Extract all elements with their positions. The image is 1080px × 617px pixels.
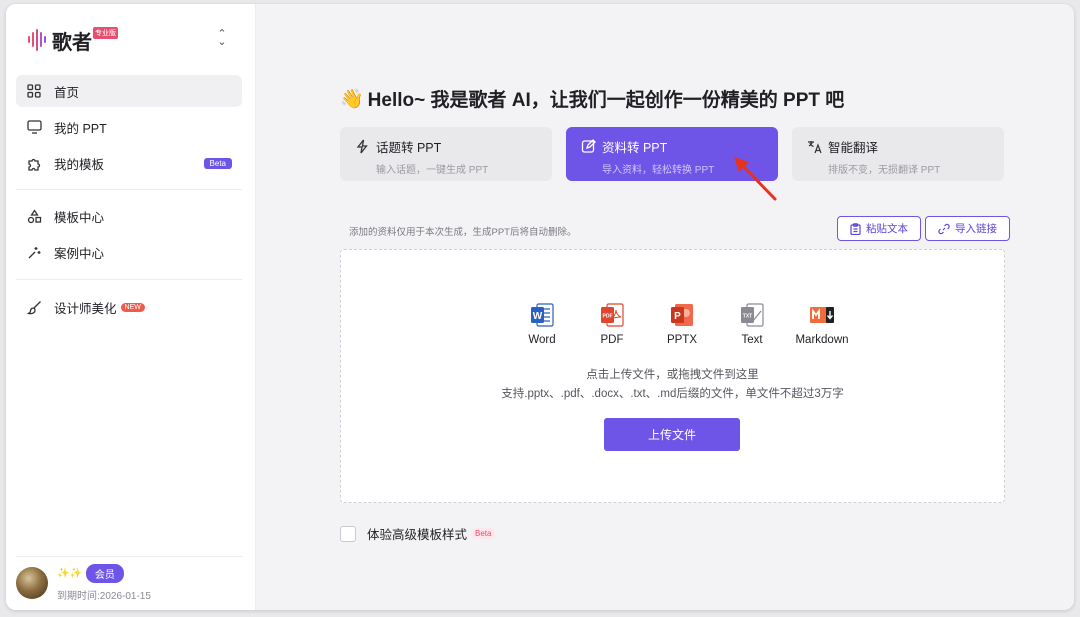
format-label: Word bbox=[528, 334, 556, 346]
markdown-file-icon bbox=[810, 307, 834, 323]
advanced-templates-label: 体验高级模板样式 bbox=[367, 528, 468, 542]
sparkles-icon bbox=[26, 244, 42, 260]
svg-text:W: W bbox=[533, 311, 543, 322]
chevron-updown-icon[interactable]: ⌃ ⌄ bbox=[214, 29, 230, 48]
format-word: W Word bbox=[507, 302, 577, 346]
divider bbox=[16, 189, 242, 190]
format-label: Markdown bbox=[795, 334, 849, 346]
mode-subtitle: 输入话题，一键生成 PPT bbox=[376, 165, 489, 176]
format-label: PPTX bbox=[666, 334, 698, 346]
format-markdown: Markdown bbox=[787, 302, 857, 346]
translate-icon bbox=[807, 139, 822, 154]
sidebar-item-label: 设计师美化 bbox=[54, 301, 117, 316]
mode-topic-to-ppt[interactable]: 话题转 PPT 输入话题，一键生成 PPT bbox=[340, 127, 552, 181]
mode-title: 话题转 PPT bbox=[376, 141, 442, 155]
paste-text-label: 粘贴文本 bbox=[866, 223, 908, 235]
supported-formats: W Word PDF PDF P PPTX TXT Text Markdown bbox=[507, 302, 857, 346]
upload-file-button[interactable]: 上传文件 bbox=[604, 418, 740, 451]
divider bbox=[16, 556, 242, 557]
divider bbox=[16, 279, 242, 280]
user-profile[interactable]: ✨✨ 会员 到期时间:2026-01-15 bbox=[16, 564, 151, 602]
link-icon bbox=[938, 223, 950, 235]
nav-primary: 首页 我的 PPT 我的模板 Beta bbox=[16, 75, 242, 183]
topic-icon bbox=[355, 139, 370, 154]
app-name: 歌者 bbox=[52, 31, 92, 54]
edition-badge: 专业版 bbox=[93, 27, 118, 39]
page-title: 👋 Hello~ 我是歌者 AI，让我们一起创作一份精美的 PPT 吧 bbox=[340, 85, 844, 112]
word-file-icon: W bbox=[531, 303, 554, 327]
mode-title: 智能翻译 bbox=[828, 141, 879, 155]
pdf-file-icon: PDF bbox=[601, 303, 624, 327]
sidebar-item-my-ppt[interactable]: 我的 PPT bbox=[16, 111, 242, 143]
brand[interactable]: 歌者 专业版 bbox=[26, 26, 118, 54]
mode-smart-translate[interactable]: 智能翻译 排版不变，无损翻译 PPT bbox=[792, 127, 1004, 181]
sidebar-item-my-templates[interactable]: 我的模板 Beta bbox=[16, 147, 242, 179]
member-badge: 会员 bbox=[85, 564, 124, 583]
nav-secondary: 模板中心 案例中心 bbox=[16, 200, 242, 272]
sidebar: 歌者 专业版 ⌃ ⌄ 首页 我的 PPT 我的模板 Beta 模板中心 案例中心… bbox=[6, 4, 256, 610]
import-link-button[interactable]: 导入链接 bbox=[925, 216, 1010, 241]
format-label: Text bbox=[741, 334, 763, 346]
import-link-label: 导入链接 bbox=[955, 223, 997, 235]
sidebar-item-label: 模板中心 bbox=[54, 210, 105, 225]
beta-badge: Beta bbox=[471, 528, 496, 539]
sidebar-item-home[interactable]: 首页 bbox=[16, 75, 242, 107]
file-dropzone[interactable]: W Word PDF PDF P PPTX TXT Text Markdown … bbox=[340, 249, 1005, 503]
format-text: TXT Text bbox=[717, 302, 787, 346]
sidebar-item-label: 我的 PPT bbox=[54, 121, 107, 136]
sidebar-item-label: 案例中心 bbox=[54, 246, 105, 261]
svg-text:P: P bbox=[674, 311, 681, 322]
sidebar-item-case-center[interactable]: 案例中心 bbox=[16, 236, 242, 268]
brush-icon bbox=[26, 299, 42, 315]
drop-hint: 点击上传文件，或拖拽文件到这里 bbox=[586, 369, 759, 381]
supported-types-hint: 支持.pptx、.pdf、.docx、.txt、.md后缀的文件，单文件不超过3… bbox=[501, 388, 844, 400]
grid-icon bbox=[26, 83, 42, 99]
main-content: 👋 Hello~ 我是歌者 AI，让我们一起创作一份精美的 PPT 吧 话题转 … bbox=[257, 4, 1074, 610]
monitor-icon bbox=[26, 119, 42, 135]
shapes-icon bbox=[26, 208, 42, 224]
sparkle-icon: ✨✨ bbox=[57, 568, 82, 579]
mode-title: 资料转 PPT bbox=[602, 141, 668, 155]
sidebar-item-label: 首页 bbox=[54, 85, 80, 100]
format-pptx: P PPTX bbox=[647, 302, 717, 346]
beta-badge: Beta bbox=[203, 157, 232, 169]
headline-text: Hello~ 我是歌者 AI，让我们一起创作一份精美的 PPT 吧 bbox=[367, 90, 845, 111]
paste-text-button[interactable]: 粘贴文本 bbox=[837, 216, 921, 241]
mode-subtitle: 排版不变，无损翻译 PPT bbox=[828, 165, 941, 176]
avatar[interactable] bbox=[16, 567, 48, 599]
pptx-file-icon: P bbox=[671, 304, 693, 326]
annotation-arrow-icon bbox=[734, 157, 777, 201]
sidebar-item-template-center[interactable]: 模板中心 bbox=[16, 200, 242, 232]
expire-date: 到期时间:2026-01-15 bbox=[57, 591, 151, 602]
advanced-templates-checkbox[interactable] bbox=[340, 525, 356, 542]
waving-hand-icon: 👋 bbox=[340, 88, 364, 110]
new-badge: NEW bbox=[120, 302, 145, 312]
privacy-notice: 添加的资料仅用于本次生成，生成PPT后将自动删除。 bbox=[349, 227, 577, 238]
edit-icon bbox=[581, 139, 596, 154]
app-window: 歌者 专业版 ⌃ ⌄ 首页 我的 PPT 我的模板 Beta 模板中心 案例中心… bbox=[6, 4, 1074, 610]
logo-icon bbox=[28, 29, 46, 51]
svg-text:PDF: PDF bbox=[603, 314, 613, 320]
advanced-templates-option[interactable]: 体验高级模板样式 Beta bbox=[340, 524, 496, 543]
format-pdf: PDF PDF bbox=[577, 302, 647, 346]
sidebar-item-designer[interactable]: 设计师美化 NEW bbox=[16, 291, 242, 323]
nav-tertiary: 设计师美化 NEW bbox=[16, 291, 242, 327]
svg-text:TXT: TXT bbox=[743, 314, 752, 320]
puzzle-icon bbox=[26, 155, 42, 171]
text-file-icon: TXT bbox=[741, 303, 764, 327]
sidebar-item-label: 我的模板 bbox=[54, 157, 105, 172]
format-label: PDF bbox=[600, 334, 624, 346]
clipboard-icon bbox=[850, 222, 861, 235]
